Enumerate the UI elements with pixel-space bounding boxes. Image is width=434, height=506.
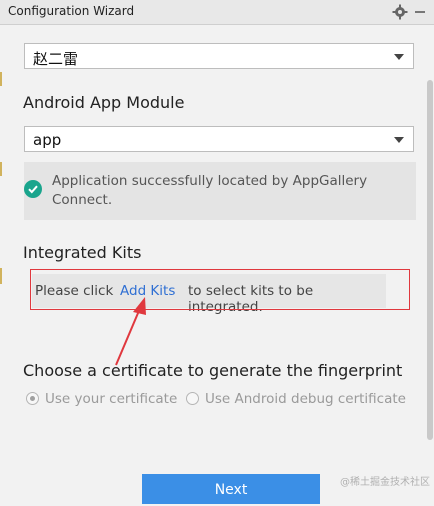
radio-your-certificate-label: Use your certificate	[45, 391, 178, 407]
developer-select-value: 赵二雷	[33, 50, 79, 68]
gutter-mark	[0, 162, 2, 176]
radio-debug-certificate[interactable]	[186, 392, 199, 405]
module-label: Android App Module	[23, 93, 185, 112]
add-kits-link[interactable]: Add Kits	[120, 283, 175, 299]
notice-text: Application successfully located by AppG…	[52, 173, 368, 208]
success-notice: Application successfully located by AppG…	[24, 162, 416, 220]
kits-prefix: Please click	[35, 283, 114, 299]
module-select[interactable]: app	[24, 126, 414, 152]
chevron-down-icon	[394, 54, 404, 60]
radio-your-certificate[interactable]	[26, 392, 39, 405]
minimize-icon[interactable]	[415, 11, 425, 13]
kits-label: Integrated Kits	[23, 243, 142, 262]
gutter-mark	[0, 72, 2, 86]
window-title: Configuration Wizard	[8, 4, 135, 18]
chevron-down-icon	[394, 137, 404, 143]
scrollbar-thumb[interactable]	[427, 80, 433, 440]
module-select-value: app	[33, 131, 62, 149]
check-circle-icon	[24, 180, 42, 198]
radio-debug-certificate-label: Use Android debug certificate	[205, 391, 406, 407]
kits-row: Please click Add Kits to select kits to …	[32, 274, 386, 315]
gear-icon[interactable]	[392, 4, 408, 20]
gutter-mark	[0, 268, 2, 284]
kits-suffix: to select kits to be integrated.	[188, 283, 314, 315]
developer-select[interactable]: 赵二雷	[24, 43, 414, 69]
certificate-title: Choose a certificate to generate the fin…	[23, 361, 403, 380]
next-button[interactable]: Next	[142, 474, 320, 504]
title-bar: Configuration Wizard	[0, 0, 434, 25]
watermark: @稀土掘金技术社区	[340, 477, 430, 488]
